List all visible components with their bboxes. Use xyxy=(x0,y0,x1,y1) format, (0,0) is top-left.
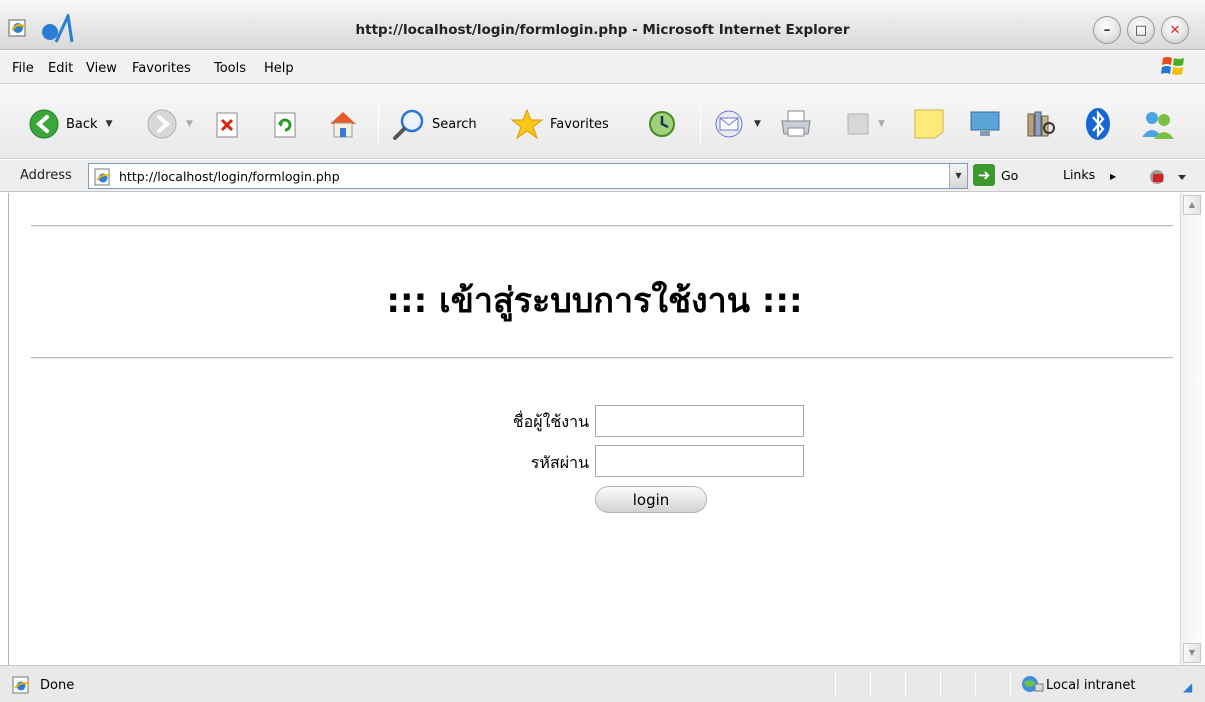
status-pane-divider xyxy=(940,672,941,696)
stop-icon[interactable] xyxy=(214,112,240,138)
resize-grip-icon[interactable]: ◢ xyxy=(1183,680,1192,694)
address-bar: Address http://localhost/login/formlogin… xyxy=(0,160,1205,192)
edit-page-icon xyxy=(847,113,869,135)
windows-logo-icon xyxy=(1161,57,1184,75)
address-input[interactable]: http://localhost/login/formlogin.php ▼ xyxy=(88,163,968,189)
address-label: Address xyxy=(20,168,72,183)
links-button[interactable]: Links xyxy=(1063,167,1095,182)
status-pane-divider xyxy=(835,672,836,696)
search-icon xyxy=(393,109,424,140)
edit-button[interactable]: ▼ xyxy=(846,112,885,136)
back-arrow-icon xyxy=(29,109,59,139)
search-button[interactable]: Search xyxy=(392,108,477,140)
password-input[interactable] xyxy=(595,445,804,477)
scroll-up-button[interactable]: ▲ xyxy=(1183,195,1201,215)
toolbar-separator xyxy=(700,103,701,143)
status-pane-divider xyxy=(1010,672,1011,696)
go-arrow-icon: ➜ xyxy=(973,164,995,186)
login-button[interactable]: login xyxy=(595,486,707,513)
username-label: ชื่อผู้ใช้งาน xyxy=(512,412,589,431)
ie-page-icon xyxy=(94,168,111,186)
menu-bar: File Edit View Favorites Tools Help xyxy=(0,51,1205,84)
address-dropdown-icon[interactable]: ▼ xyxy=(949,164,967,188)
menu-edit[interactable]: Edit xyxy=(48,61,73,76)
print-icon[interactable] xyxy=(778,108,814,140)
back-dropdown-icon[interactable]: ▼ xyxy=(106,119,113,129)
menu-file[interactable]: File xyxy=(12,61,34,76)
minimize-button[interactable]: – xyxy=(1093,16,1121,44)
go-button[interactable]: ➜ Go xyxy=(973,164,1018,186)
toolbar-separator xyxy=(378,103,379,143)
favorites-label: Favorites xyxy=(550,116,609,132)
back-label: Back xyxy=(66,116,98,132)
username-input[interactable] xyxy=(595,405,804,437)
back-button[interactable]: Back ▼ xyxy=(28,108,112,140)
menu-favorites[interactable]: Favorites xyxy=(132,61,191,76)
forward-button[interactable]: ▼ xyxy=(146,108,193,140)
menu-view[interactable]: View xyxy=(86,61,117,76)
standard-toolbar: Back ▼ ▼ Search Favorites ▼ ▼ xyxy=(0,85,1205,159)
menu-tools[interactable]: Tools xyxy=(214,61,246,76)
address-url: http://localhost/login/formlogin.php xyxy=(119,168,340,184)
favorites-button[interactable]: Favorites xyxy=(510,108,609,140)
status-text: Done xyxy=(40,678,75,693)
status-bar: Done Local intranet ◢ xyxy=(0,665,1205,702)
search-label: Search xyxy=(432,116,477,132)
history-icon[interactable] xyxy=(645,108,679,140)
password-label: รหัสผ่าน xyxy=(530,453,589,472)
edit-dropdown-icon[interactable]: ▼ xyxy=(878,119,885,129)
messenger-people-icon[interactable] xyxy=(1140,109,1176,139)
forward-arrow-icon xyxy=(147,109,177,139)
bluetooth-icon[interactable] xyxy=(1084,107,1112,141)
mail-dropdown-icon[interactable]: ▼ xyxy=(754,119,761,129)
research-books-icon[interactable] xyxy=(1024,108,1058,140)
vertical-scrollbar[interactable]: ▲ ▼ xyxy=(1180,193,1202,665)
ie-page-icon xyxy=(12,676,30,694)
divider xyxy=(31,357,1173,359)
notes-icon[interactable] xyxy=(912,107,946,141)
security-zone-text: Local intranet xyxy=(1046,678,1136,693)
window-title: http://localhost/login/formlogin.php - M… xyxy=(355,22,850,38)
scroll-down-button[interactable]: ▼ xyxy=(1183,643,1201,663)
messenger-monitor-icon[interactable] xyxy=(968,109,1002,139)
page-title: ::: เข้าสู่ระบบการใช้งาน ::: xyxy=(386,281,803,321)
divider xyxy=(31,225,1173,227)
status-pane-divider xyxy=(975,672,976,696)
refresh-icon[interactable] xyxy=(272,112,298,138)
title-bar: http://localhost/login/formlogin.php - M… xyxy=(0,0,1205,50)
maximize-button[interactable]: □ xyxy=(1127,16,1155,44)
menu-help[interactable]: Help xyxy=(264,61,294,76)
go-label: Go xyxy=(1001,167,1019,183)
extension-icon[interactable] xyxy=(1148,168,1188,186)
local-intranet-icon xyxy=(1022,676,1044,692)
mail-icon xyxy=(715,110,743,138)
mail-button[interactable]: ▼ xyxy=(712,108,761,140)
favorites-star-icon xyxy=(510,108,544,140)
status-pane-divider xyxy=(905,672,906,696)
home-icon[interactable] xyxy=(326,108,360,140)
forward-dropdown-icon[interactable]: ▼ xyxy=(186,119,193,129)
status-pane-divider xyxy=(870,672,871,696)
close-button[interactable]: ✕ xyxy=(1161,16,1189,44)
page-content: ::: เข้าสู่ระบบการใช้งาน ::: ชื่อผู้ใช้ง… xyxy=(8,193,1180,665)
links-chevron-icon[interactable]: ▶ xyxy=(1110,172,1116,181)
